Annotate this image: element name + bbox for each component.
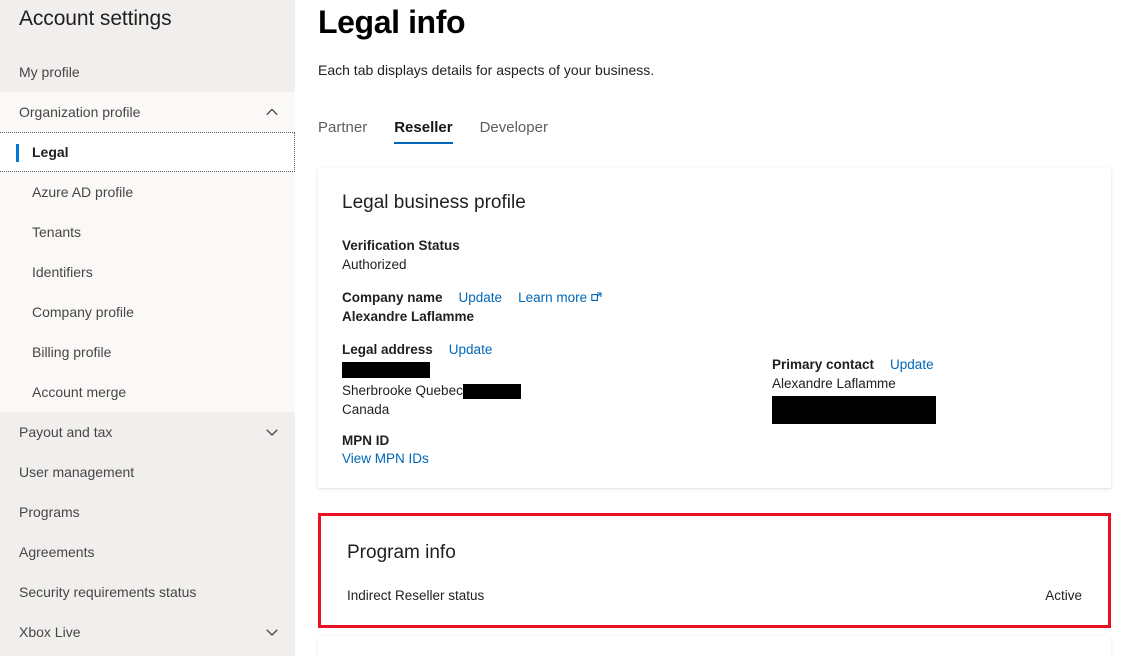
legal-address-line-3: Canada	[342, 402, 390, 417]
sidebar-item-label: Billing profile	[32, 344, 112, 360]
legal-card-left-column: Verification Status Authorized Company n…	[342, 236, 772, 468]
program-info-row: Indirect Reseller status Active	[347, 588, 1082, 603]
program-info-title: Program info	[347, 542, 456, 563]
legal-card-columns: Verification Status Authorized Company n…	[342, 236, 1087, 468]
company-name-label: Company name	[342, 290, 443, 305]
sidebar-item-tenants[interactable]: Tenants	[0, 212, 295, 252]
sidebar-item-label: Xbox Live	[19, 624, 81, 640]
company-name-learn-more-link[interactable]: Learn more	[518, 290, 602, 305]
legal-address-line-1-redacted	[342, 359, 772, 379]
legal-address-header-row: Legal address Update	[342, 340, 772, 359]
company-name-value: Alexandre Laflamme	[342, 309, 475, 324]
redaction-bar	[772, 396, 936, 424]
primary-contact-label: Primary contact	[772, 357, 875, 372]
tab-partner[interactable]: Partner	[318, 119, 367, 144]
sidebar-item-label: Payout and tax	[19, 424, 113, 440]
mpn-id-label: MPN ID	[342, 433, 390, 448]
tab-label: Reseller	[394, 119, 453, 136]
sidebar: Account settings My profile Organization…	[0, 0, 295, 656]
sidebar-group-header-payout-and-tax[interactable]: Payout and tax	[0, 412, 295, 452]
sidebar-item-programs[interactable]: Programs	[0, 492, 295, 532]
sidebar-item-label: Azure AD profile	[32, 184, 134, 200]
chevron-down-icon	[265, 625, 279, 639]
sidebar-item-my-profile[interactable]: My profile	[0, 52, 295, 92]
primary-contact-redacted	[772, 393, 1087, 424]
chevron-down-icon	[265, 425, 279, 439]
chevron-up-icon	[265, 105, 279, 119]
page-title: Legal info	[318, 4, 466, 40]
sidebar-item-label: Tenants	[32, 224, 82, 240]
legal-business-profile-card: Legal business profile Verification Stat…	[318, 168, 1111, 488]
program-info-card: Program info Indirect Reseller status Ac…	[318, 513, 1111, 628]
card-title: Legal business profile	[342, 192, 526, 213]
sidebar-item-identifiers[interactable]: Identifiers	[0, 252, 295, 292]
account-settings-page: Account settings My profile Organization…	[0, 0, 1130, 656]
view-mpn-ids-link[interactable]: View MPN IDs	[342, 451, 429, 466]
legal-address-update-link[interactable]: Update	[449, 342, 493, 357]
legal-address-block: Legal address Update Sherbrooke Quebec C…	[342, 340, 772, 419]
sidebar-item-label: Legal	[32, 144, 69, 160]
sidebar-item-user-management[interactable]: User management	[0, 452, 295, 492]
primary-contact-header-row: Primary contact Update	[772, 355, 1087, 374]
program-info-row-value: Active	[1045, 588, 1082, 603]
tab-bar: Partner Reseller Developer	[318, 119, 1130, 144]
sidebar-group-header-organization-profile[interactable]: Organization profile	[0, 92, 295, 132]
primary-contact-block: Primary contact Update Alexandre Laflamm…	[772, 236, 1087, 424]
learn-more-label: Learn more	[518, 290, 588, 305]
selected-accent-bar	[16, 144, 19, 162]
verification-status-value: Authorized	[342, 257, 407, 272]
sidebar-item-label: Company profile	[32, 304, 134, 320]
redaction-bar	[462, 383, 521, 399]
sidebar-item-label: Agreements	[19, 544, 95, 560]
tab-reseller[interactable]: Reseller	[394, 119, 453, 144]
company-name-block: Company name Update Learn more Alexandre…	[342, 288, 772, 326]
sidebar-item-agreements[interactable]: Agreements	[0, 532, 295, 572]
tab-developer[interactable]: Developer	[480, 119, 548, 144]
sidebar-item-label: Organization profile	[19, 104, 141, 120]
verification-status-block: Verification Status Authorized	[342, 236, 772, 274]
sidebar-item-legal[interactable]: Legal	[0, 132, 295, 172]
sidebar-item-label: My profile	[19, 64, 80, 80]
program-info-row-label: Indirect Reseller status	[347, 588, 485, 603]
sidebar-item-company-profile[interactable]: Company profile	[0, 292, 295, 332]
sidebar-item-billing-profile[interactable]: Billing profile	[0, 332, 295, 372]
sidebar-title: Account settings	[19, 7, 172, 30]
external-link-icon	[591, 292, 602, 303]
company-name-update-link[interactable]: Update	[459, 290, 503, 305]
company-name-header-row: Company name Update Learn more	[342, 288, 772, 307]
next-card-partial	[318, 636, 1111, 656]
primary-contact-value: Alexandre Laflamme	[772, 376, 896, 391]
redaction-bar	[342, 361, 430, 378]
legal-address-line-2: Sherbrooke Quebec	[342, 379, 772, 400]
primary-contact-update-link[interactable]: Update	[890, 357, 934, 372]
sidebar-item-account-merge[interactable]: Account merge	[0, 372, 295, 412]
sidebar-item-label: Security requirements status	[19, 584, 197, 600]
sidebar-item-label: Identifiers	[32, 264, 93, 280]
sidebar-item-label: User management	[19, 464, 135, 480]
mpn-id-block: MPN ID View MPN IDs	[342, 431, 772, 468]
sidebar-item-azure-ad-profile[interactable]: Azure AD profile	[0, 172, 295, 212]
legal-card-right-column: Primary contact Update Alexandre Laflamm…	[772, 236, 1087, 468]
sidebar-item-label: Programs	[19, 504, 80, 520]
legal-address-label: Legal address	[342, 342, 433, 357]
legal-address-city-region: Sherbrooke Quebec	[342, 383, 463, 398]
verification-status-label: Verification Status	[342, 238, 460, 253]
tab-label: Developer	[479, 119, 548, 136]
sidebar-group-header-xbox-live[interactable]: Xbox Live	[0, 612, 295, 652]
cards-region: Legal business profile Verification Stat…	[318, 168, 1111, 656]
sidebar-item-label: Account merge	[32, 384, 127, 400]
sidebar-group-organization-profile: Organization profile Legal Azure AD prof…	[0, 92, 295, 412]
tab-label: Partner	[318, 119, 368, 136]
page-subtitle: Each tab displays details for aspects of…	[318, 62, 655, 78]
sidebar-item-security-requirements-status[interactable]: Security requirements status	[0, 572, 295, 612]
